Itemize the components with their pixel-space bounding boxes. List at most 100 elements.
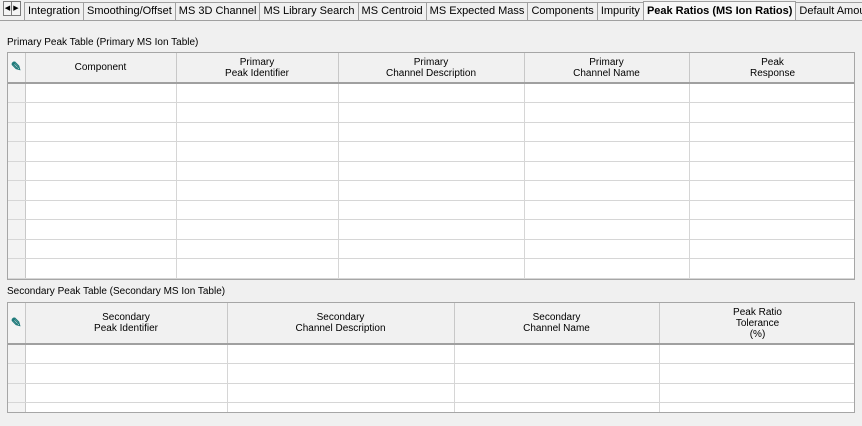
table-cell[interactable] <box>176 141 339 162</box>
table-cell[interactable] <box>689 83 854 103</box>
table-cell[interactable] <box>227 383 455 403</box>
table-row[interactable] <box>8 180 854 201</box>
table-row[interactable] <box>8 219 854 240</box>
table-cell[interactable] <box>227 363 455 384</box>
table-cell[interactable] <box>689 180 854 201</box>
tab-impurity[interactable]: Impurity <box>596 2 644 20</box>
tab-scroll-left-button[interactable]: ◀ <box>3 1 12 16</box>
table-row[interactable] <box>8 363 854 384</box>
column-header-component[interactable]: Component <box>25 53 177 84</box>
table-cell[interactable] <box>25 180 177 201</box>
table-row[interactable] <box>8 344 854 364</box>
tab-ms-library-search[interactable]: MS Library Search <box>259 2 359 20</box>
row-selector[interactable] <box>8 180 26 201</box>
row-selector[interactable] <box>8 83 26 103</box>
table-cell[interactable] <box>176 239 339 259</box>
tab-ms-3d-channel[interactable]: MS 3D Channel <box>174 2 261 20</box>
table-cell[interactable] <box>689 200 854 220</box>
table-cell[interactable] <box>524 200 690 220</box>
magic-wand-icon[interactable]: ✎ <box>11 59 22 74</box>
table-cell[interactable] <box>524 161 690 181</box>
row-selector[interactable] <box>8 102 26 123</box>
row-selector[interactable] <box>8 258 26 279</box>
table-cell[interactable] <box>227 344 455 364</box>
table-cell[interactable] <box>338 200 525 220</box>
column-header-primary-channel-description[interactable]: Primary Channel Description <box>338 53 525 84</box>
tab-integration[interactable]: Integration <box>24 2 84 20</box>
row-selector-header[interactable]: ✎ <box>8 53 26 84</box>
table-row[interactable] <box>8 122 854 142</box>
table-cell[interactable] <box>689 161 854 181</box>
table-cell[interactable] <box>338 161 525 181</box>
tab-scroll-right-button[interactable]: ▶ <box>12 1 21 16</box>
tab-ms-expected-mass[interactable]: MS Expected Mass <box>425 2 529 20</box>
table-cell[interactable] <box>338 258 525 279</box>
table-cell[interactable] <box>689 122 854 142</box>
table-cell[interactable] <box>25 402 228 412</box>
tab-components[interactable]: Components <box>527 2 598 20</box>
row-selector[interactable] <box>8 161 26 181</box>
magic-wand-icon[interactable]: ✎ <box>11 315 22 330</box>
table-cell[interactable] <box>338 102 525 123</box>
table-cell[interactable] <box>689 219 854 240</box>
table-cell[interactable] <box>689 239 854 259</box>
table-cell[interactable] <box>689 141 854 162</box>
table-cell[interactable] <box>176 83 339 103</box>
row-selector[interactable] <box>8 363 26 384</box>
table-cell[interactable] <box>454 383 660 403</box>
table-cell[interactable] <box>338 219 525 240</box>
table-cell[interactable] <box>659 344 854 364</box>
table-cell[interactable] <box>25 363 228 384</box>
table-row[interactable] <box>8 383 854 403</box>
table-cell[interactable] <box>689 258 854 279</box>
table-cell[interactable] <box>689 102 854 123</box>
table-row[interactable] <box>8 141 854 162</box>
column-header-secondary-peak-identifier[interactable]: Secondary Peak Identifier <box>25 303 228 345</box>
table-cell[interactable] <box>176 102 339 123</box>
table-cell[interactable] <box>25 200 177 220</box>
table-cell[interactable] <box>454 344 660 364</box>
table-cell[interactable] <box>176 258 339 279</box>
table-cell[interactable] <box>25 161 177 181</box>
table-row[interactable] <box>8 402 854 412</box>
table-cell[interactable] <box>659 402 854 412</box>
column-header-peak-response[interactable]: Peak Response <box>689 53 854 84</box>
table-cell[interactable] <box>25 383 228 403</box>
table-cell[interactable] <box>659 363 854 384</box>
table-row[interactable] <box>8 239 854 259</box>
row-selector[interactable] <box>8 141 26 162</box>
column-header-secondary-channel-name[interactable]: Secondary Channel Name <box>454 303 660 345</box>
table-cell[interactable] <box>176 161 339 181</box>
tab-peak-ratios-ms-ion-ratios[interactable]: Peak Ratios (MS Ion Ratios) <box>642 1 797 20</box>
table-cell[interactable] <box>524 122 690 142</box>
table-cell[interactable] <box>25 219 177 240</box>
tab-default-amounts-purity[interactable]: Default Amounts/Purity <box>795 2 862 20</box>
column-header-peak-ratio-tolerance[interactable]: Peak Ratio Tolerance (%) <box>659 303 854 345</box>
table-cell[interactable] <box>25 258 177 279</box>
table-cell[interactable] <box>524 219 690 240</box>
table-cell[interactable] <box>524 239 690 259</box>
table-cell[interactable] <box>227 402 455 412</box>
table-cell[interactable] <box>338 180 525 201</box>
row-selector[interactable] <box>8 239 26 259</box>
table-cell[interactable] <box>176 122 339 142</box>
row-selector[interactable] <box>8 344 26 364</box>
table-cell[interactable] <box>25 102 177 123</box>
column-header-primary-peak-identifier[interactable]: Primary Peak Identifier <box>176 53 339 84</box>
table-cell[interactable] <box>524 258 690 279</box>
table-cell[interactable] <box>176 200 339 220</box>
row-selector[interactable] <box>8 122 26 142</box>
column-header-secondary-channel-description[interactable]: Secondary Channel Description <box>227 303 455 345</box>
table-cell[interactable] <box>659 383 854 403</box>
table-cell[interactable] <box>25 239 177 259</box>
table-cell[interactable] <box>524 83 690 103</box>
table-cell[interactable] <box>454 402 660 412</box>
table-cell[interactable] <box>524 102 690 123</box>
table-cell[interactable] <box>25 141 177 162</box>
tab-smoothing-offset[interactable]: Smoothing/Offset <box>82 2 176 20</box>
table-cell[interactable] <box>524 180 690 201</box>
row-selector[interactable] <box>8 219 26 240</box>
row-selector[interactable] <box>8 402 26 412</box>
row-selector[interactable] <box>8 383 26 403</box>
table-row[interactable] <box>8 200 854 220</box>
